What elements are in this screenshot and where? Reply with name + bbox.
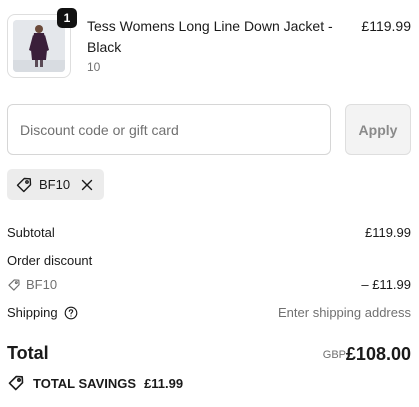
discount-code-row: BF10 xyxy=(7,277,57,292)
applied-discount-tag: BF10 xyxy=(7,169,105,200)
product-price: £119.99 xyxy=(361,18,411,34)
discount-value: – £11.99 xyxy=(361,277,411,292)
currency-code: GBP xyxy=(322,349,346,361)
tag-icon xyxy=(15,176,33,194)
product-name: Tess Womens Long Line Down Jacket - Blac… xyxy=(87,18,333,55)
savings-label: TOTAL SAVINGS xyxy=(33,375,137,391)
apply-button[interactable]: Apply xyxy=(345,104,411,155)
subtotal-label: Subtotal xyxy=(7,225,55,240)
tag-icon xyxy=(7,374,25,392)
total-label: Total xyxy=(7,343,49,363)
total-savings: TOTAL SAVINGS £11.99 xyxy=(7,374,183,392)
subtotal-value: £119.99 xyxy=(364,225,411,240)
applied-discount-code: BF10 xyxy=(39,177,71,192)
order-summary: 1 Tess Womens Long Line Down Jacket - Bl… xyxy=(0,0,419,407)
help-icon[interactable] xyxy=(64,306,78,320)
discount-code-text: BF10 xyxy=(26,277,58,292)
product-image xyxy=(13,20,65,72)
shipping-value: Enter shipping address xyxy=(278,305,411,320)
savings-value: £11.99 xyxy=(144,375,184,391)
discount-code-input[interactable] xyxy=(7,104,331,155)
shipping-label: Shipping xyxy=(7,305,58,320)
quantity-badge: 1 xyxy=(57,8,77,28)
shipping-row-label: Shipping xyxy=(7,305,78,320)
product-variant: 10 xyxy=(87,60,101,74)
order-discount-label: Order discount xyxy=(7,253,93,268)
remove-discount-icon[interactable] xyxy=(80,178,94,192)
total-value: £108.00 xyxy=(345,344,411,364)
tag-icon xyxy=(7,278,21,292)
